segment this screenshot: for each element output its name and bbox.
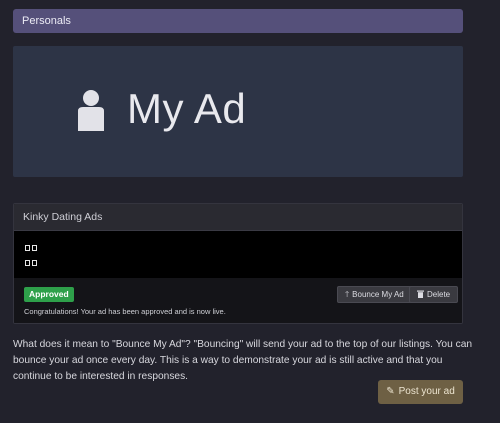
hero-banner: My Ad bbox=[13, 46, 463, 177]
delete-ad-label: Delete bbox=[427, 290, 451, 299]
ad-status-area: Approved Congratulations! Your ad has be… bbox=[14, 278, 462, 323]
ad-category-label: Kinky Dating Ads bbox=[23, 211, 103, 223]
page-title: My Ad bbox=[127, 85, 247, 132]
ad-card: Kinky Dating Ads Approved Congratulation… bbox=[13, 203, 463, 324]
section-title: Personals bbox=[22, 15, 71, 27]
delete-ad-button[interactable]: Delete bbox=[409, 286, 459, 303]
post-ad-button[interactable]: ✎ Post your ad bbox=[378, 380, 463, 404]
missing-glyph-icon bbox=[25, 245, 37, 253]
bounce-ad-button[interactable]: 🡑 Bounce My Ad bbox=[337, 286, 412, 303]
trash-icon bbox=[417, 290, 424, 298]
edit-icon: ✎ bbox=[386, 386, 395, 397]
bounce-explanation: What does it mean to "Bounce My Ad"? "Bo… bbox=[13, 339, 473, 382]
bounce-ad-label: Bounce My Ad bbox=[352, 290, 404, 299]
page: Personals My Ad Kinky Dating Ads Approve… bbox=[0, 0, 500, 423]
status-badge: Approved bbox=[24, 287, 74, 302]
missing-glyph-icon bbox=[25, 260, 37, 268]
status-message: Congratulations! Your ad has been approv… bbox=[24, 307, 226, 316]
post-ad-label: Post your ad bbox=[398, 386, 455, 397]
section-header: Personals bbox=[13, 9, 463, 33]
user-icon bbox=[78, 90, 104, 131]
ad-category-header: Kinky Dating Ads bbox=[14, 204, 462, 231]
arrow-up-icon: 🡑 bbox=[345, 290, 350, 299]
ad-content bbox=[14, 231, 462, 278]
